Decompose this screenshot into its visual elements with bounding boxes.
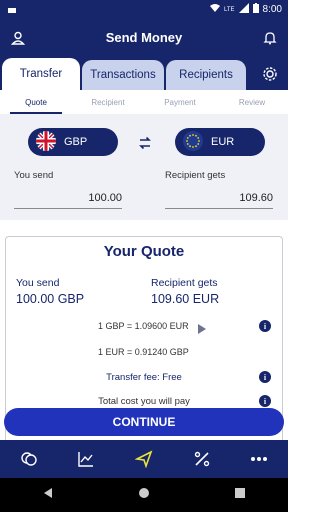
home-icon[interactable] bbox=[138, 486, 150, 504]
receive-label: Recipient gets bbox=[165, 170, 226, 181]
step-review[interactable]: Review bbox=[216, 90, 288, 114]
play-icon[interactable] bbox=[198, 321, 206, 339]
to-currency-button[interactable]: EUR bbox=[175, 128, 265, 156]
currency-section: GBP EUR You send 100.00 Recipient gets 1… bbox=[0, 114, 288, 220]
info-icon[interactable]: i bbox=[259, 371, 271, 383]
status-bar: LTE 8:00 bbox=[0, 0, 288, 18]
quote-receive-label: Recipient gets bbox=[151, 277, 218, 289]
tab-transfer[interactable]: Transfer bbox=[2, 58, 80, 90]
eu-flag-icon bbox=[183, 130, 203, 154]
transfer-fee: Transfer fee: Free bbox=[106, 372, 182, 383]
tab-recipients[interactable]: Recipients bbox=[166, 60, 246, 90]
send-label: You send bbox=[14, 170, 54, 181]
step-recipient[interactable]: Recipient bbox=[72, 90, 144, 114]
from-currency-button[interactable]: GBP bbox=[28, 128, 118, 156]
percent-icon[interactable] bbox=[187, 444, 217, 474]
notification-icon bbox=[6, 3, 18, 18]
swap-icon[interactable] bbox=[134, 132, 156, 154]
send-icon[interactable] bbox=[129, 444, 159, 474]
send-amount-input[interactable]: 100.00 bbox=[14, 192, 122, 209]
uk-flag-icon bbox=[36, 130, 56, 154]
gear-icon[interactable] bbox=[260, 64, 280, 84]
rate-gbp-eur: 1 GBP = 1.09600 EUR bbox=[98, 321, 189, 331]
quote-send-value: 100.00 GBP bbox=[16, 292, 85, 306]
signal-icon bbox=[238, 3, 249, 16]
to-currency-code: EUR bbox=[211, 136, 235, 148]
bottom-navigation bbox=[0, 440, 288, 478]
rate-eur-gbp: 1 EUR = 0.91240 GBP bbox=[98, 347, 189, 357]
system-navigation bbox=[0, 478, 288, 512]
more-icon[interactable] bbox=[244, 444, 274, 474]
recents-icon[interactable] bbox=[234, 486, 246, 504]
page-title: Send Money bbox=[105, 30, 183, 45]
battery-icon bbox=[252, 3, 259, 16]
chart-icon[interactable] bbox=[71, 444, 101, 474]
tab-transactions[interactable]: Transactions bbox=[82, 60, 164, 90]
info-icon[interactable]: i bbox=[259, 320, 271, 332]
step-payment[interactable]: Payment bbox=[144, 90, 216, 114]
clock: 8:00 bbox=[262, 4, 282, 15]
quote-receive-value: 109.60 EUR bbox=[151, 292, 220, 306]
bell-icon[interactable] bbox=[260, 28, 280, 48]
network-label: LTE bbox=[223, 6, 235, 13]
total-cost-label: Total cost you will pay bbox=[98, 396, 190, 407]
wifi-icon bbox=[209, 3, 220, 16]
back-icon[interactable] bbox=[42, 486, 54, 504]
step-quote[interactable]: Quote bbox=[0, 90, 72, 114]
info-icon[interactable]: i bbox=[259, 395, 271, 407]
quote-title: Your Quote bbox=[103, 243, 185, 260]
step-indicator: Quote Recipient Payment Review bbox=[0, 90, 288, 114]
coins-icon[interactable] bbox=[14, 444, 44, 474]
receive-amount-input[interactable]: 109.60 bbox=[165, 192, 273, 209]
from-currency-code: GBP bbox=[64, 136, 88, 148]
quote-send-label: You send bbox=[16, 277, 60, 289]
continue-button[interactable]: CONTINUE bbox=[4, 408, 284, 436]
app-bar: Send Money bbox=[0, 18, 288, 58]
tab-bar: Transfer Transactions Recipients bbox=[0, 58, 288, 90]
